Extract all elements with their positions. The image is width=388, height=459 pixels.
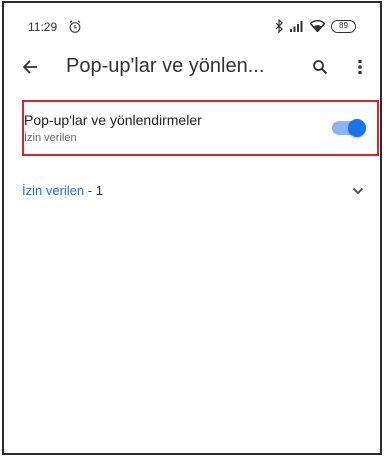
expand-button[interactable]	[346, 179, 370, 203]
exceptions-separator: -	[84, 183, 96, 198]
signal-icon	[290, 21, 303, 32]
battery-level: 89	[339, 20, 348, 30]
phone-screen: 11:29 89 Pop-up'lar ve yönlen... Pop-up'…	[2, 1, 382, 455]
page-title: Pop-up'lar ve yönlen...	[66, 55, 265, 77]
chevron-down-icon	[352, 187, 364, 195]
setting-subtitle: İzin verilen	[24, 132, 77, 144]
popups-toggle[interactable]	[332, 119, 366, 137]
search-icon	[313, 60, 328, 75]
bluetooth-icon	[275, 19, 283, 33]
app-bar: Pop-up'lar ve yönlen...	[4, 43, 380, 91]
exceptions-count: 1	[95, 183, 103, 198]
status-bar: 11:29 89	[4, 3, 380, 43]
setting-title: Pop-up'lar ve yönlendirmeler	[24, 112, 202, 128]
status-icons: 89	[275, 19, 356, 33]
more-options-button[interactable]	[348, 55, 372, 79]
exceptions-title: İzin verilen	[22, 183, 85, 198]
more-vert-icon	[358, 59, 362, 75]
battery-icon: 89	[331, 19, 356, 33]
status-time: 11:29	[28, 20, 58, 34]
exceptions-label: İzin verilen - 1	[22, 183, 103, 198]
popups-redirects-setting[interactable]: Pop-up'lar ve yönlendirmeler İzin verile…	[22, 100, 379, 156]
back-button[interactable]	[18, 55, 42, 79]
allowed-exceptions-row[interactable]: İzin verilen - 1	[22, 179, 376, 203]
toggle-thumb	[348, 119, 366, 137]
search-button[interactable]	[308, 55, 332, 79]
back-arrow-icon	[22, 60, 37, 74]
alarm-icon	[69, 20, 81, 33]
wifi-icon	[310, 20, 325, 32]
